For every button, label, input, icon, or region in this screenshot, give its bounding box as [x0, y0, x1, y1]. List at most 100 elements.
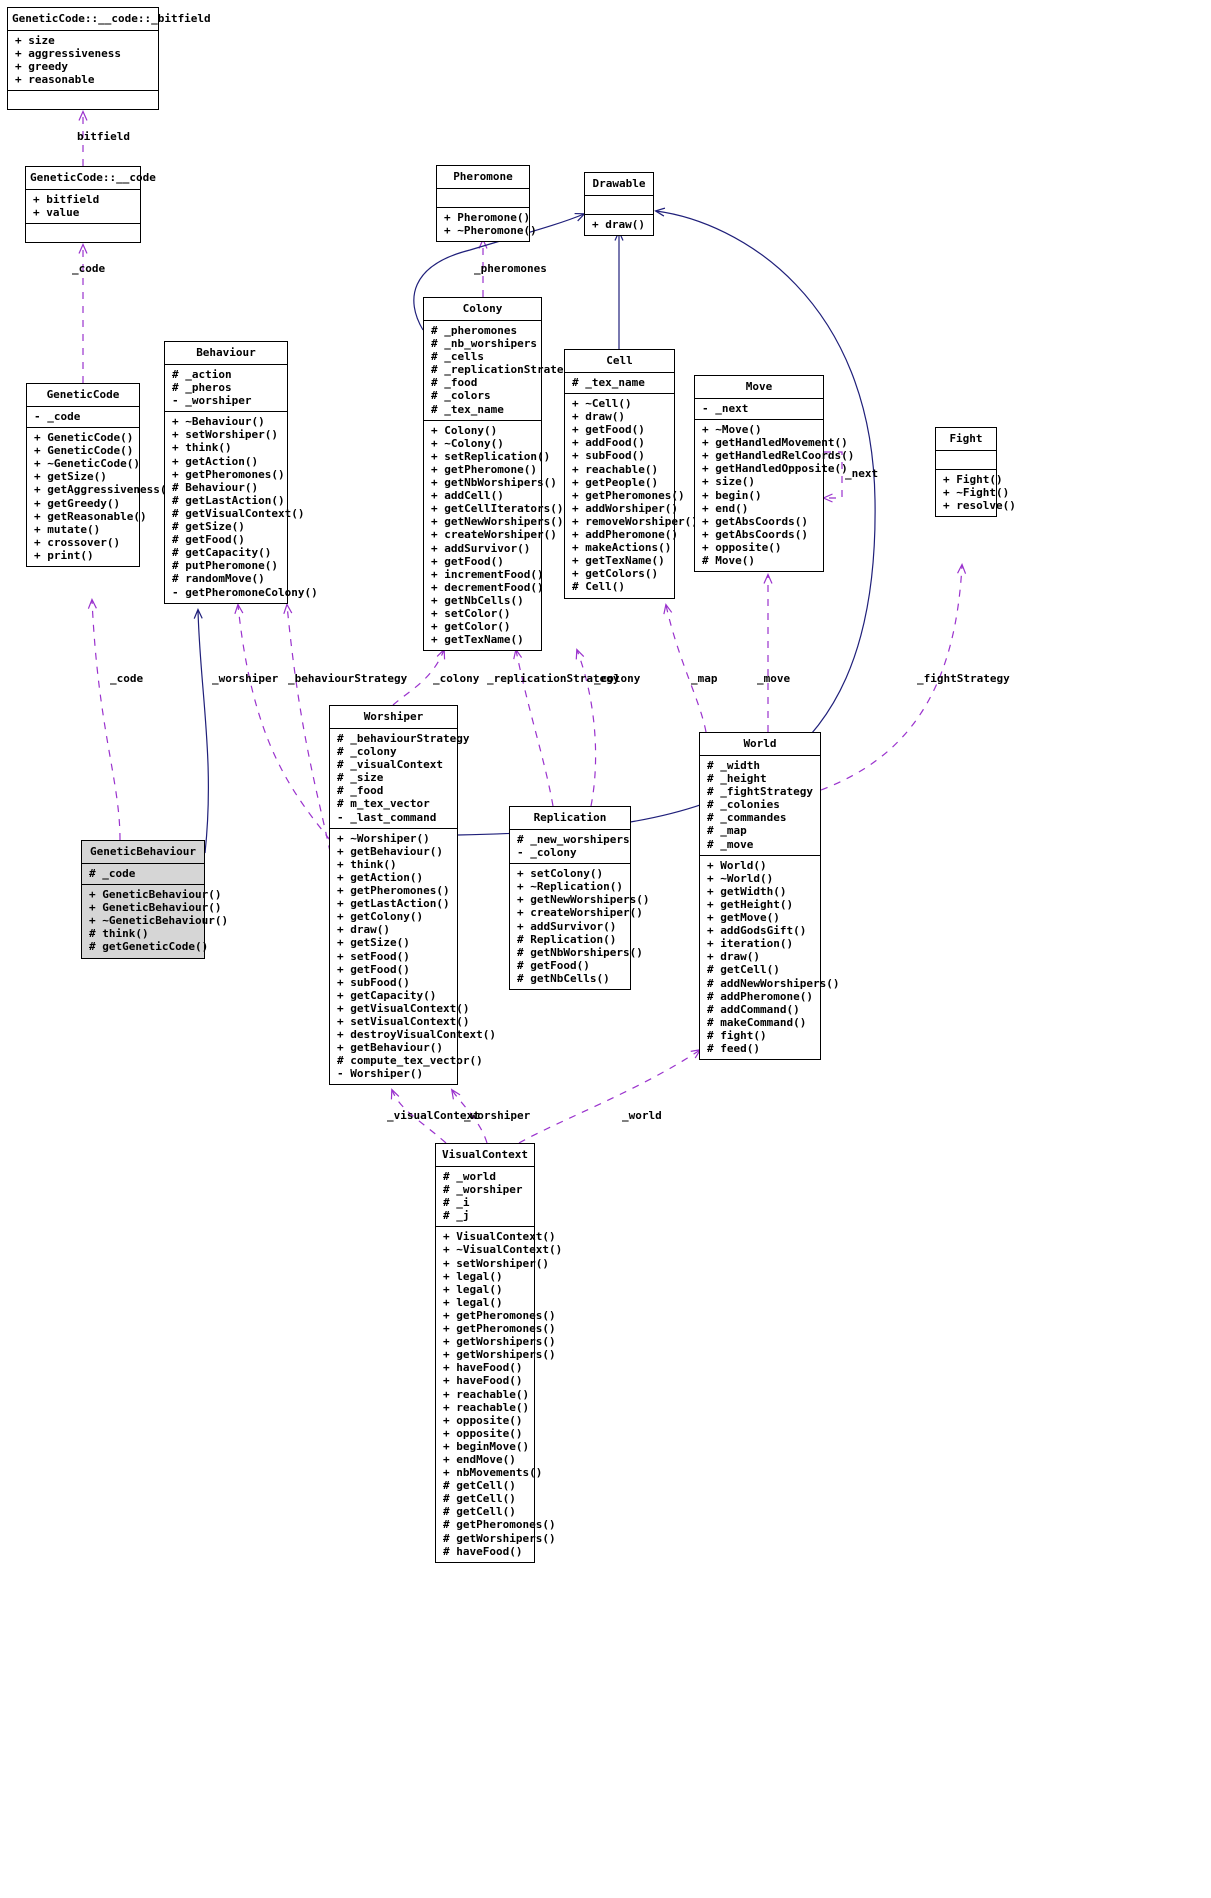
- edge-inherit-geneticbehaviour-behaviour: [193, 608, 210, 854]
- attributes-row: + value: [33, 206, 80, 220]
- methods-row: # getCell(): [443, 1492, 516, 1506]
- class-name-visualcontext: VisualContext: [441, 1148, 529, 1161]
- methods-section-geneticbehaviour: + GeneticBehaviour() + GeneticBehaviour()…: [82, 885, 228, 957]
- class-box-worshiper[interactable]: Worshiper # _behaviourStrategy # _colony # …: [329, 705, 496, 1086]
- methods-row: + draw(): [592, 218, 645, 231]
- methods-row: + setVisualContext(): [337, 1014, 470, 1028]
- attributes-row: # _action: [172, 368, 232, 381]
- methods-row: + getGreedy(): [34, 496, 121, 510]
- attributes-row: - _code: [34, 410, 81, 423]
- class-box-visualcontext[interactable]: VisualContext # _world # _worshiper # _i # _…: [435, 1143, 562, 1563]
- methods-row: + getReasonable(): [34, 509, 147, 523]
- methods-row: + ~Pheromone(): [444, 224, 537, 238]
- methods-row: + getAction(): [172, 454, 259, 468]
- methods-row: # putPheromone(): [172, 559, 278, 573]
- class-name-geneticcode_code: GeneticCode::__code: [30, 171, 156, 184]
- methods-row: # getFood(): [172, 533, 245, 547]
- edge-label-lbl_move_1: _move: [757, 672, 791, 685]
- methods-row: - Worshiper(): [337, 1067, 424, 1081]
- edge-label-lbl_colony_2: _colony: [594, 672, 641, 685]
- methods-row: + getWidth(): [707, 884, 787, 898]
- class-box-geneticcode_code_bitfield[interactable]: GeneticCode::__code::_bitfield + size + ag…: [7, 7, 211, 111]
- methods-row: + ~Behaviour(): [172, 415, 265, 429]
- class-box-fight[interactable]: Fight + Fight() + ~Fight() + resolve(): [935, 427, 1016, 518]
- attributes-row: # _code: [89, 867, 136, 880]
- methods-section-colony: + Colony() + ~Colony() + setReplication() +…: [424, 421, 563, 651]
- methods-row: + end(): [702, 501, 749, 515]
- methods-row: + getAction(): [337, 870, 424, 884]
- methods-row: + ~Cell(): [572, 397, 632, 411]
- class-box-geneticcode[interactable]: GeneticCode - _code + GeneticCode() + Genet…: [26, 383, 173, 568]
- methods-row: # addPheromone(): [707, 989, 813, 1003]
- methods-row: + getHandledOpposite(): [702, 462, 848, 476]
- methods-row: + begin(): [702, 488, 762, 502]
- methods-row: + createWorshiper(): [431, 528, 557, 542]
- attributes-section-geneticcode: - _code: [27, 407, 139, 427]
- attributes-row: # _size: [337, 771, 384, 785]
- methods-row: - getPheromoneColony(): [172, 585, 318, 599]
- methods-row: + setWorshiper(): [172, 428, 278, 442]
- class-box-world[interactable]: World # _width # _height # _fightStrategy # …: [699, 732, 839, 1061]
- attributes-section-geneticcode_code: + bitfield + value: [26, 190, 140, 223]
- methods-row: + getTexName(): [572, 554, 665, 568]
- methods-row: + getTexName(): [431, 633, 524, 647]
- class-box-move[interactable]: Move - _next + ~Move() + getHandledMovement…: [694, 375, 854, 573]
- attributes-section-pheromone: [437, 189, 529, 207]
- edge-label-lbl_worshiper_1: _worshiper: [212, 672, 279, 685]
- methods-row: # getCell(): [707, 963, 780, 977]
- methods-section-fight: + Fight() + ~Fight() + resolve(): [936, 470, 1016, 516]
- attributes-section-geneticbehaviour: # _code: [82, 864, 204, 884]
- methods-row: + getPeople(): [572, 475, 659, 489]
- methods-row: + addFood(): [572, 436, 645, 450]
- methods-row: + getFood(): [431, 554, 504, 568]
- class-box-replication[interactable]: Replication # _new_worshipers - _colony + s…: [509, 806, 649, 991]
- attributes-row: # _colony: [337, 745, 397, 759]
- edge-map: [663, 603, 707, 733]
- attributes-row: # _commandes: [707, 811, 787, 825]
- class-name-pheromone: Pheromone: [453, 170, 513, 183]
- methods-row: # compute_tex_vector(): [337, 1054, 483, 1068]
- class-name-drawable: Drawable: [592, 177, 646, 190]
- attributes-row: # _map: [707, 824, 747, 838]
- methods-row: + getHandledMovement(): [702, 436, 848, 450]
- methods-row: # getPheromones(): [443, 1518, 556, 1532]
- methods-row: + getNbCells(): [431, 593, 524, 607]
- methods-row: + Colony(): [431, 423, 498, 437]
- class-box-behaviour[interactable]: Behaviour # _action # _pheros - _worshiper +…: [164, 341, 318, 604]
- methods-row: # getNbCells(): [517, 971, 610, 985]
- methods-row: + ~Move(): [702, 423, 762, 437]
- attributes-row: - _last_command: [337, 810, 437, 824]
- methods-row: + addSurvivor(): [431, 541, 531, 555]
- class-box-cell[interactable]: Cell # _tex_name + ~Cell() + draw() + getFoo…: [564, 349, 698, 599]
- methods-row: # getLastAction(): [172, 493, 285, 507]
- class-name-geneticbehaviour: GeneticBehaviour: [90, 845, 196, 858]
- methods-row: # fight(): [707, 1028, 767, 1042]
- class-box-colony[interactable]: Colony # _pheromones # _nb_worshipers # _ce…: [423, 297, 577, 652]
- methods-row: + reachable(): [572, 462, 659, 476]
- methods-row: + setColor(): [431, 606, 511, 620]
- attributes-row: # _visualContext: [337, 758, 443, 772]
- methods-row: + getPheromones(): [572, 488, 685, 502]
- class-box-drawable[interactable]: Drawable + draw(): [584, 172, 654, 237]
- methods-row: + Pheromone(): [444, 211, 531, 224]
- methods-row: + size(): [702, 475, 755, 489]
- attributes-row: # _colors: [431, 389, 491, 403]
- class-box-pheromone[interactable]: Pheromone + Pheromone() + ~Pheromone(): [436, 165, 537, 243]
- methods-row: + setColony(): [517, 867, 604, 881]
- attributes-row: + bitfield: [33, 193, 100, 206]
- methods-row: # feed(): [707, 1041, 760, 1055]
- attributes-row: + aggressiveness: [15, 47, 121, 61]
- edge-worshiper-1: [234, 603, 331, 841]
- methods-row: + getNbWorshipers(): [431, 476, 557, 490]
- class-box-geneticbehaviour[interactable]: GeneticBehaviour # _code + GeneticBehaviou…: [81, 840, 228, 959]
- methods-row: # makeCommand(): [707, 1015, 807, 1029]
- methods-section-move: + ~Move() + getHandledMovement() + getHand…: [695, 420, 854, 571]
- methods-row: + getMove(): [707, 911, 780, 925]
- class-box-geneticcode_code[interactable]: GeneticCode::__code+ bitfield + value: [25, 166, 156, 244]
- diagram-canvas: GeneticCode::__code::_bitfield + size + ag…: [0, 0, 1211, 1898]
- class-name-geneticcode_code_bitfield: GeneticCode::__code::_bitfield: [12, 12, 211, 25]
- methods-row: # getCell(): [443, 1505, 516, 1519]
- methods-row: + getWorshipers(): [443, 1348, 556, 1362]
- attributes-row: # _pheros: [172, 381, 232, 395]
- methods-row: + resolve(): [943, 499, 1016, 513]
